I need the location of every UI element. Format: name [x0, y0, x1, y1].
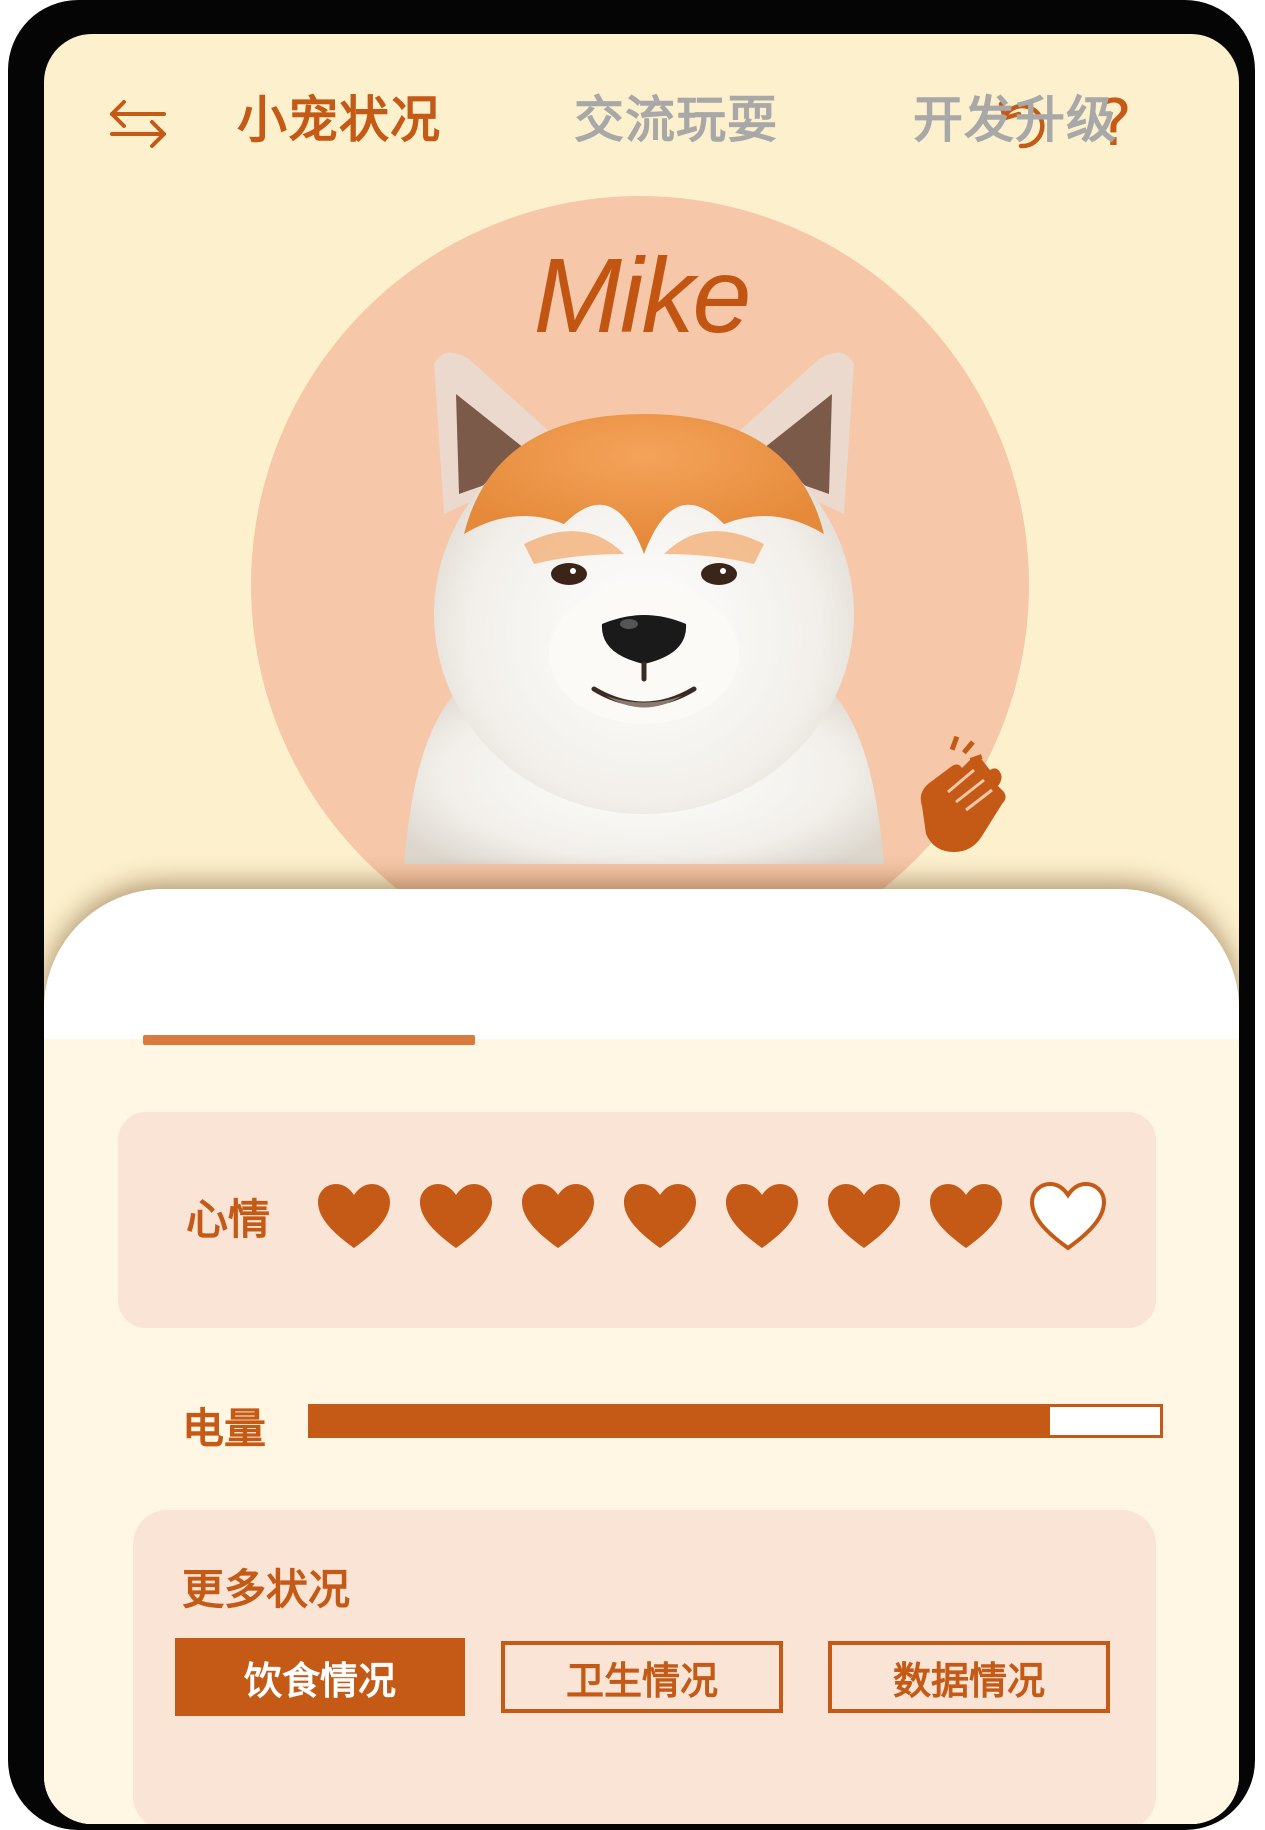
mood-label: 心情 [186, 1195, 271, 1244]
clapping-hands-icon[interactable] [912, 736, 1012, 856]
heart-filled-icon [316, 1182, 412, 1252]
data-status-button[interactable]: 数据情况 [828, 1641, 1110, 1713]
tab-interact-play[interactable]: 交流玩耍 [511, 80, 841, 152]
heart-filled-icon [826, 1182, 922, 1252]
app-screen: ? Mike 小宠状况 交流玩耍 开发升级 心情 电量 更多状况 饮食情况 卫生… [44, 34, 1239, 1824]
heart-filled-icon [520, 1182, 616, 1252]
heart-filled-icon [622, 1182, 718, 1252]
heart-filled-icon [418, 1182, 514, 1252]
device-frame: ? Mike 小宠状况 交流玩耍 开发升级 心情 电量 更多状况 饮食情况 卫生… [8, 0, 1255, 1830]
tab-pet-status[interactable]: 小宠状况 [174, 80, 504, 152]
battery-bar [308, 1404, 1163, 1438]
pet-dog-image[interactable] [374, 324, 914, 864]
heart-empty-icon [1030, 1182, 1126, 1252]
active-tab-indicator [143, 1035, 475, 1045]
heart-filled-icon [928, 1182, 1024, 1252]
heart-filled-icon [724, 1182, 820, 1252]
battery-label: 电量 [182, 1404, 267, 1453]
more-status-label: 更多状况 [182, 1565, 351, 1614]
switch-arrows-icon[interactable] [106, 98, 170, 150]
battery-fill [311, 1407, 1050, 1435]
hygiene-status-button[interactable]: 卫生情况 [501, 1641, 783, 1713]
tab-bar [44, 889, 1239, 1039]
tab-develop-upgrade[interactable]: 开发升级 [850, 80, 1180, 152]
mood-hearts [316, 1182, 1126, 1252]
diet-status-button[interactable]: 饮食情况 [175, 1638, 465, 1716]
